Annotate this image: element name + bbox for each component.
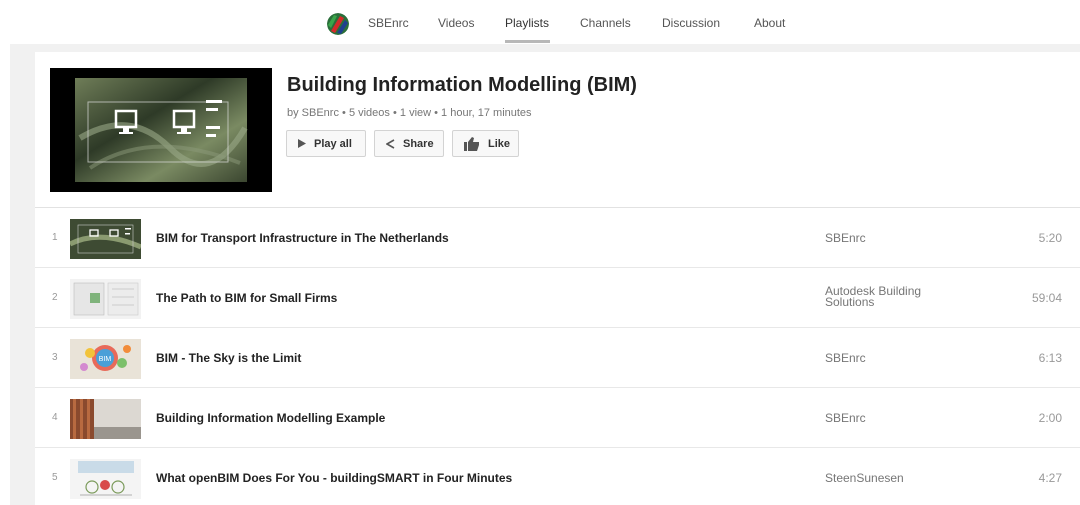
nav-item-discussion[interactable]: Discussion [662, 16, 720, 30]
nav-item-sbenrc[interactable]: SBEnrc [368, 16, 409, 30]
channel-logo-icon[interactable] [327, 13, 349, 35]
video-title[interactable]: What openBIM Does For You - buildingSMAR… [156, 471, 512, 485]
list-item[interactable]: 4 Building Information Modelling Example… [35, 388, 1080, 448]
thumbs-up-icon [464, 136, 480, 151]
video-owner[interactable]: SBEnrc [825, 231, 866, 245]
playlist-duration: 1 hour, 17 minutes [441, 107, 532, 119]
nav-item-playlists[interactable]: Playlists [505, 16, 549, 30]
video-index: 5 [52, 472, 58, 483]
play-all-label: Play all [314, 137, 352, 150]
playlist-actions: Play all Share Like [286, 130, 519, 157]
video-duration: 59:04 [1031, 291, 1062, 305]
playlist-card: Building Information Modelling (BIM) by … [35, 52, 1080, 505]
list-item[interactable]: 3 BIM BIM - The Sky is the Limit SBEnrc … [35, 328, 1080, 388]
list-item[interactable]: 2 The Path to BIM for Small Firms Autode… [35, 268, 1080, 328]
video-owner[interactable]: SBEnrc [825, 411, 866, 425]
like-button[interactable]: Like [452, 130, 519, 157]
playlist-meta: by SBEnrc • 5 videos • 1 view • 1 hour, … [287, 107, 532, 119]
like-label: Like [488, 137, 511, 150]
share-label: Share [403, 137, 434, 150]
video-duration: 4:27 [1038, 471, 1062, 485]
video-thumbnail[interactable] [70, 219, 141, 259]
video-duration: 6:13 [1038, 351, 1062, 365]
share-button[interactable]: Share [374, 130, 444, 157]
meta-separator: • [389, 107, 400, 119]
playlist-owner-link[interactable]: by SBEnrc [287, 107, 339, 119]
video-index: 2 [52, 292, 58, 303]
play-icon [298, 139, 306, 148]
playlist-video-count: 5 videos [348, 107, 390, 119]
meta-separator: • [431, 107, 442, 119]
video-index: 1 [52, 232, 58, 243]
video-owner[interactable]: SteenSunesen [825, 471, 904, 485]
meta-separator: • [338, 107, 349, 119]
video-owner[interactable]: SBEnrc [825, 351, 866, 365]
nav-item-about[interactable]: About [754, 16, 785, 30]
video-thumbnail[interactable] [70, 399, 141, 439]
video-thumbnail[interactable] [70, 279, 141, 319]
video-title[interactable]: BIM for Transport Infrastructure in The … [156, 231, 449, 245]
svg-text:BIM: BIM [99, 356, 112, 363]
video-title[interactable]: BIM - The Sky is the Limit [156, 351, 301, 365]
playlist-view-count: 1 view [399, 107, 432, 119]
share-icon [386, 138, 395, 149]
list-item[interactable]: 1 BIM for Transport Infrastructure in Th… [35, 208, 1080, 268]
list-item[interactable]: 5 What openBIM Does For You - buildingSM… [35, 448, 1080, 505]
video-title[interactable]: Building Information Modelling Example [156, 411, 385, 425]
playlist-video-list: 1 BIM for Transport Infrastructure in Th… [35, 208, 1080, 505]
video-thumbnail[interactable] [70, 459, 141, 499]
video-title[interactable]: The Path to BIM for Small Firms [156, 291, 337, 305]
video-duration: 5:20 [1038, 231, 1062, 245]
video-index: 4 [52, 412, 58, 423]
video-thumbnail[interactable]: BIM [70, 339, 141, 379]
nav-item-channels[interactable]: Channels [580, 16, 631, 30]
nav-item-videos[interactable]: Videos [438, 16, 474, 30]
video-duration: 2:00 [1038, 411, 1062, 425]
playlist-thumbnail[interactable] [50, 68, 272, 192]
active-tab-indicator [505, 40, 550, 43]
play-all-button[interactable]: Play all [286, 130, 366, 157]
playlist-title: Building Information Modelling (BIM) [287, 74, 637, 96]
video-index: 3 [52, 352, 58, 363]
video-owner[interactable]: Autodesk Building Solutions [825, 285, 955, 308]
channel-nav: SBEnrc Videos Playlists Channels Discuss… [0, 0, 1080, 44]
